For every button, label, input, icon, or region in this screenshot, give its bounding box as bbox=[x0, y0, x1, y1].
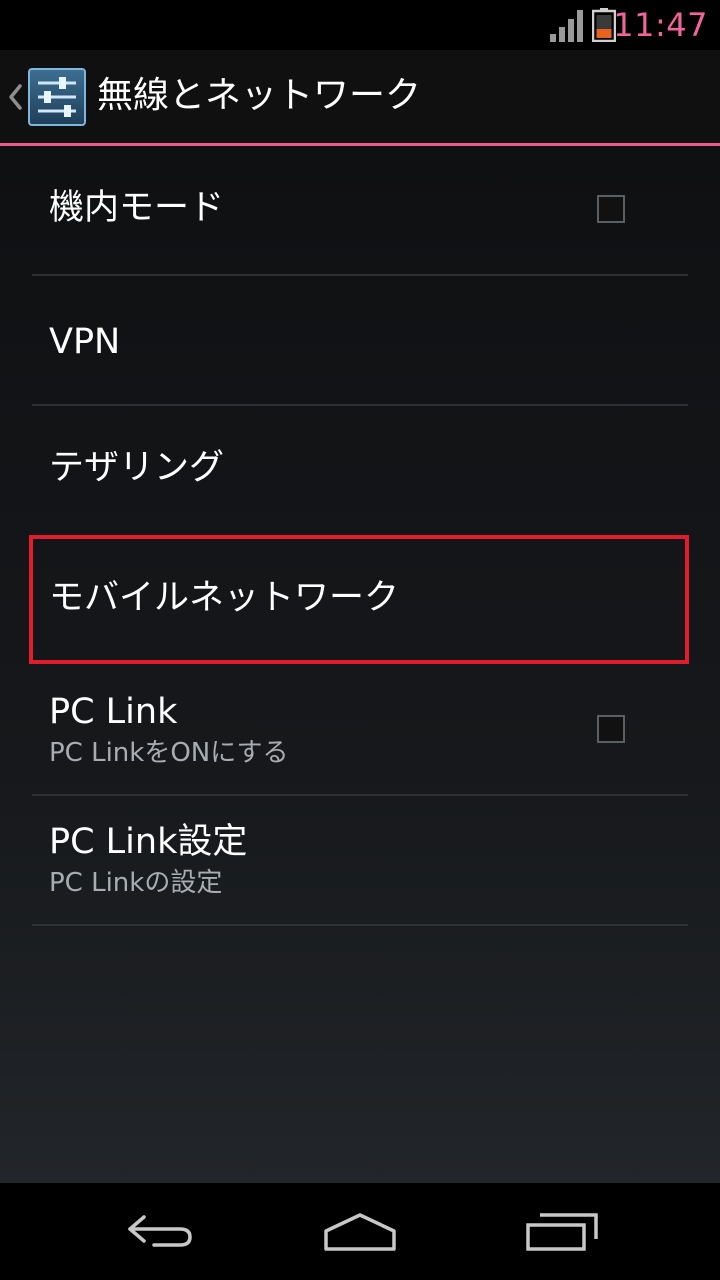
settings-sliders-icon[interactable] bbox=[28, 68, 86, 126]
home-icon[interactable] bbox=[322, 1209, 398, 1253]
settings-item-label: PC Link設定 bbox=[49, 822, 248, 862]
settings-item-vpn[interactable]: VPN bbox=[32, 276, 688, 404]
status-clock: 11:47 bbox=[613, 6, 708, 44]
list-divider bbox=[32, 924, 688, 926]
settings-item-pc-link[interactable]: PC Link PC LinkをONにする bbox=[32, 666, 688, 794]
page-title: 無線とネットワーク bbox=[97, 75, 422, 116]
settings-item-label: VPN bbox=[49, 322, 121, 362]
recents-icon[interactable] bbox=[524, 1209, 600, 1253]
settings-item-tethering[interactable]: テザリング bbox=[32, 406, 688, 534]
back-icon[interactable] bbox=[124, 1209, 196, 1253]
settings-item-airplane-mode[interactable]: 機内モード bbox=[32, 146, 688, 274]
settings-item-pc-link-settings[interactable]: PC Link設定 PC Linkの設定 bbox=[32, 796, 688, 924]
settings-item-label: テザリング bbox=[49, 448, 225, 488]
action-bar[interactable]: 無線とネットワーク bbox=[0, 50, 720, 143]
up-caret-icon[interactable] bbox=[6, 82, 24, 112]
pc-link-checkbox[interactable] bbox=[597, 715, 625, 743]
settings-item-label: PC Link bbox=[49, 692, 178, 732]
signal-icon bbox=[550, 10, 583, 42]
navigation-bar bbox=[0, 1183, 720, 1280]
settings-item-label: モバイルネットワーク bbox=[49, 578, 400, 618]
status-bar: 11:47 bbox=[0, 0, 720, 50]
settings-item-label: 機内モード bbox=[49, 188, 225, 228]
airplane-mode-checkbox[interactable] bbox=[597, 195, 625, 223]
settings-item-summary: PC Linkの設定 bbox=[49, 868, 223, 898]
settings-item-mobile-network[interactable]: モバイルネットワーク bbox=[32, 536, 688, 664]
settings-item-summary: PC LinkをONにする bbox=[49, 738, 289, 768]
